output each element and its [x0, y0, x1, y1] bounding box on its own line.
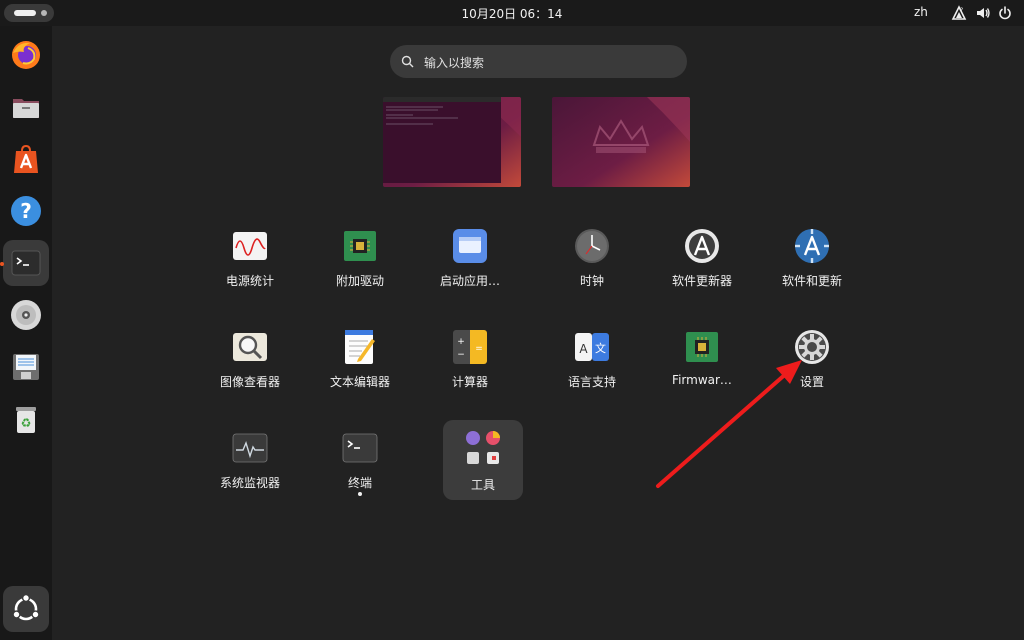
clock-icon [575, 229, 609, 263]
dock-item-trash[interactable]: ♻ [3, 396, 49, 442]
workspace-preview-image [552, 97, 690, 187]
app-label: 文本编辑器 [329, 375, 390, 389]
files-icon [13, 99, 39, 118]
app-power-statistics[interactable]: 电源统计 [202, 219, 298, 297]
top-bar: 10月20日 06：14 zh ? [0, 0, 1024, 26]
trash-icon: ♻ [16, 407, 36, 433]
firefox-icon [12, 41, 40, 69]
dock: ? ♻ [0, 26, 52, 640]
search-bar[interactable] [390, 45, 687, 80]
app-label: 电源统计 [225, 274, 274, 288]
svg-text:?: ? [20, 199, 32, 223]
app-startup-applications[interactable]: 启动应用… [422, 219, 518, 297]
calculator-icon: + − = [453, 330, 487, 364]
workspace-indicator [41, 10, 47, 16]
search-icon [401, 55, 414, 68]
app-image-viewer[interactable]: 图像查看器 [202, 320, 298, 398]
terminal-icon [342, 433, 378, 463]
app-clocks[interactable]: 时钟 [544, 219, 640, 297]
power-icon[interactable] [997, 5, 1013, 21]
chip-icon [344, 231, 376, 261]
svg-text:+: + [457, 337, 465, 347]
svg-text:♻: ♻ [21, 416, 32, 430]
image-viewer-icon [233, 333, 267, 361]
running-indicator [0, 262, 4, 266]
dock-item-save[interactable] [3, 344, 49, 390]
dock-item-firefox[interactable] [3, 32, 49, 78]
software-updater-icon [685, 229, 719, 263]
app-label: 工具 [470, 478, 495, 492]
dock-item-disc[interactable] [3, 292, 49, 338]
app-label: 图像查看器 [219, 375, 280, 389]
software-and-updates-icon [795, 229, 829, 263]
text-editor-icon [345, 330, 375, 364]
app-additional-drivers[interactable]: 附加驱动 [312, 219, 408, 297]
app-calculator[interactable]: + − = 计算器 [422, 320, 518, 398]
show-apps-button[interactable] [3, 586, 49, 632]
annotation-arrow [656, 360, 802, 488]
app-label: 启动应用… [439, 274, 500, 288]
activities-button[interactable] [4, 4, 54, 22]
language-support-icon: A 文 [575, 333, 609, 361]
app-terminal[interactable]: 终端 [312, 421, 408, 499]
svg-text:?: ? [960, 7, 963, 14]
workspace-preview-image [383, 97, 521, 187]
startup-applications-icon [453, 229, 487, 263]
app-label: 终端 [347, 476, 372, 490]
app-label: 软件更新器 [671, 274, 732, 288]
svg-text:=: = [475, 344, 483, 354]
app-label: 软件和更新 [781, 274, 842, 288]
workspace-thumbnail-1[interactable] [383, 97, 521, 187]
svg-text:文: 文 [595, 341, 606, 355]
app-software-and-updates[interactable]: 软件和更新 [764, 219, 860, 297]
app-software-updater[interactable]: 软件更新器 [654, 219, 750, 297]
network-icon[interactable]: ? [951, 5, 967, 21]
help-icon: ? [11, 196, 41, 226]
app-label: 系统监视器 [219, 476, 280, 490]
app-label: 计算器 [451, 375, 488, 389]
app-text-editor[interactable]: 文本编辑器 [312, 320, 408, 398]
app-language-support[interactable]: A 文 语言支持 [544, 320, 640, 398]
dock-item-files[interactable] [3, 84, 49, 130]
svg-text:−: − [457, 350, 465, 360]
system-monitor-icon [232, 433, 268, 463]
disc-icon [11, 300, 41, 330]
app-center-icon [14, 144, 38, 173]
input-language-indicator[interactable]: zh [914, 5, 928, 19]
workspace-thumbnail-2[interactable] [552, 97, 690, 187]
app-system-monitor[interactable]: 系统监视器 [202, 421, 298, 499]
app-label: 时钟 [579, 274, 604, 288]
app-label: 附加驱动 [335, 274, 384, 288]
dock-item-terminal[interactable] [3, 240, 49, 286]
app-folder-tools[interactable]: 工具 [443, 420, 523, 500]
power-statistics-icon [233, 232, 267, 260]
ubuntu-logo-icon [12, 593, 40, 621]
dock-item-app-center[interactable] [3, 136, 49, 182]
workspace-indicator-active [14, 10, 36, 16]
running-indicator [358, 492, 362, 496]
save-icon [13, 354, 39, 380]
terminal-icon [11, 250, 41, 276]
volume-icon[interactable] [975, 5, 991, 21]
tools-folder-icon [466, 431, 500, 464]
date-time-clock[interactable]: 10月20日 06：14 [462, 7, 563, 21]
svg-text:A: A [579, 342, 588, 356]
app-label: 语言支持 [567, 375, 616, 389]
dock-item-help[interactable]: ? [3, 188, 49, 234]
search-input[interactable] [422, 45, 676, 80]
